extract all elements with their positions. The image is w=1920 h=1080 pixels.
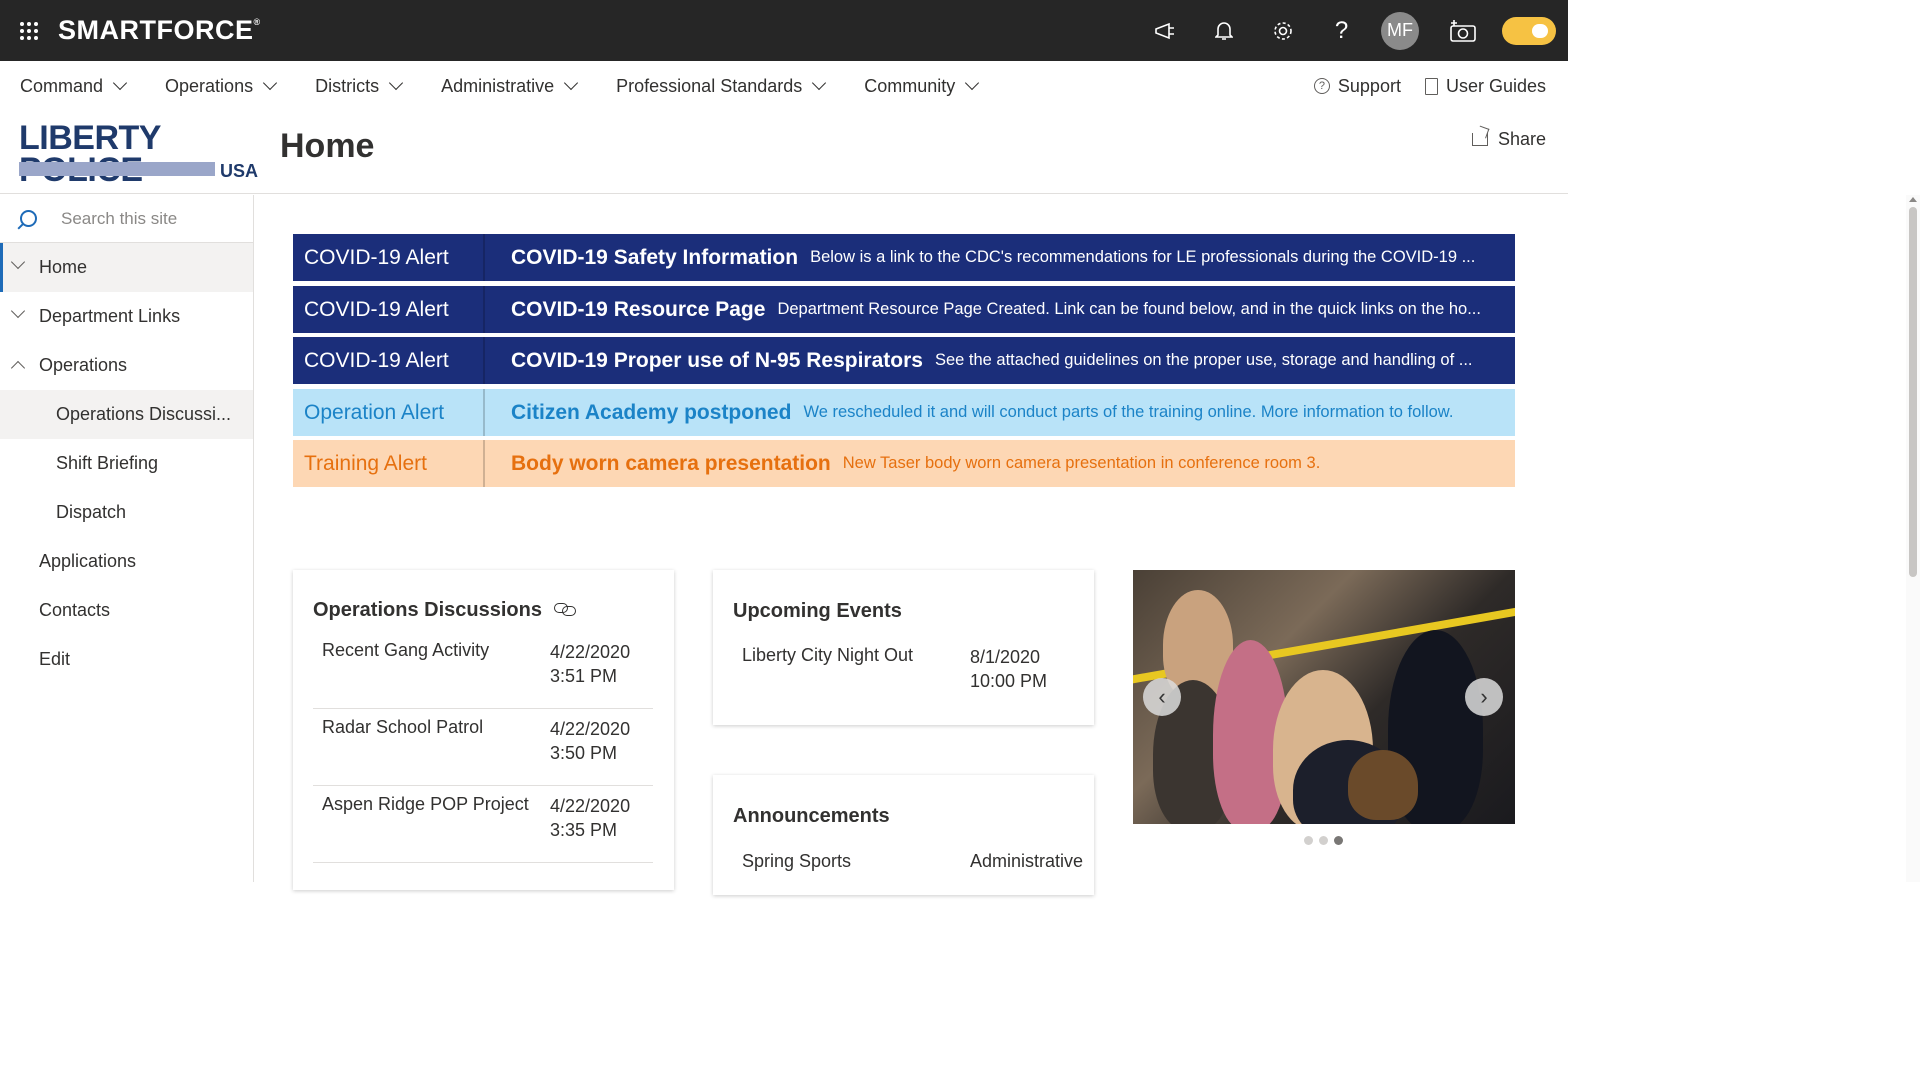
nav-item-contacts[interactable]: Contacts	[0, 586, 253, 635]
nav-item-applications[interactable]: Applications	[0, 537, 253, 586]
alert-description: See the attached guidelines on the prope…	[934, 351, 1473, 369]
event-title[interactable]: Liberty City Night Out	[742, 645, 913, 666]
list-item[interactable]: Aspen Ridge POP Project 4/22/2020 3:35 PM	[313, 786, 653, 863]
alert-banner[interactable]: COVID-19 Alert COVID-19 Safety Informati…	[293, 234, 1515, 281]
site-logo[interactable]: LIBERTY POLICE USA	[19, 121, 258, 187]
book-icon	[1424, 77, 1438, 95]
alert-title: COVID-19 Resource Page	[511, 297, 766, 321]
image-carousel: ‹ ›	[1133, 570, 1515, 824]
alert-banner[interactable]: Training Alert Body worn camera presenta…	[293, 440, 1515, 487]
megaphone-icon[interactable]	[1135, 0, 1194, 61]
announcements-card: Announcements Spring Sports Administrati…	[713, 775, 1094, 895]
suite-bar: SMARTFORCE® ? MF	[0, 0, 1568, 61]
chevron-right-icon: ›	[1480, 684, 1488, 709]
nav-professional-standards[interactable]: Professional Standards	[616, 61, 827, 111]
scroll-up-icon[interactable]	[1909, 197, 1917, 202]
search-input[interactable]: Search this site	[61, 209, 177, 229]
carousel-prev-button[interactable]: ‹	[1143, 678, 1181, 716]
nav-command[interactable]: Command	[20, 61, 128, 111]
app-launcher-button[interactable]	[0, 0, 58, 61]
help-icon[interactable]: ?	[1312, 0, 1371, 61]
nav-community[interactable]: Community	[864, 61, 980, 111]
alert-type: COVID-19 Alert	[293, 337, 485, 384]
alert-type: COVID-19 Alert	[293, 234, 485, 281]
carousel-dot-active[interactable]	[1334, 836, 1343, 845]
carousel-dot[interactable]	[1319, 836, 1328, 845]
share-button[interactable]: Share	[1471, 129, 1546, 150]
alert-description: We rescheduled it and will conduct parts…	[803, 403, 1454, 421]
nav-item-operations[interactable]: Operations	[0, 341, 253, 390]
alert-title: Citizen Academy postponed	[511, 400, 792, 424]
upcoming-events-card: Upcoming Events Liberty City Night Out 8…	[713, 570, 1094, 725]
chevron-down-icon	[812, 75, 827, 91]
carousel-next-button[interactable]: ›	[1465, 678, 1503, 716]
carousel-dot[interactable]	[1304, 836, 1313, 845]
camera-icon[interactable]	[1433, 0, 1492, 61]
question-circle-icon: ?	[1313, 78, 1330, 94]
chevron-down-icon[interactable]	[10, 303, 26, 319]
chevron-down-icon	[389, 75, 404, 91]
alert-title: Body worn camera presentation	[511, 451, 831, 475]
scrollbar[interactable]	[1906, 195, 1920, 882]
alert-banner[interactable]: COVID-19 Alert COVID-19 Resource Page De…	[293, 286, 1515, 333]
nav-operations[interactable]: Operations	[165, 61, 278, 111]
avatar[interactable]: MF	[1381, 11, 1419, 50]
alert-banner[interactable]: COVID-19 Alert COVID-19 Proper use of N-…	[293, 337, 1515, 384]
operations-discussions-card: Operations Discussions Recent Gang Activ…	[293, 570, 674, 890]
alert-title: COVID-19 Proper use of N-95 Respirators	[511, 348, 923, 372]
share-icon	[1471, 133, 1488, 146]
alert-description: New Taser body worn camera presentation …	[842, 454, 1321, 472]
chevron-left-icon: ‹	[1158, 684, 1166, 709]
carousel-indicators	[1304, 836, 1343, 845]
list-item[interactable]: Radar School Patrol 4/22/2020 3:50 PM	[313, 709, 653, 786]
card-title: Announcements	[733, 805, 890, 827]
alert-banner[interactable]: Operation Alert Citizen Academy postpone…	[293, 389, 1515, 436]
support-link[interactable]: ? Support	[1313, 76, 1401, 97]
alert-description: Department Resource Page Created. Link c…	[777, 300, 1481, 318]
left-navigation: Search this site Home Department Links O…	[0, 195, 254, 882]
chevron-down-icon	[263, 75, 278, 91]
alert-type: COVID-19 Alert	[293, 286, 485, 333]
alert-type: Training Alert	[293, 440, 485, 487]
list-item[interactable]: Recent Gang Activity 4/22/2020 3:51 PM	[313, 632, 653, 709]
search-icon	[20, 210, 37, 227]
event-datetime: 8/1/2020 10:00 PM	[970, 647, 1048, 691]
nav-districts[interactable]: Districts	[315, 61, 404, 111]
user-guides-link[interactable]: User Guides	[1424, 76, 1546, 97]
card-title[interactable]: Operations Discussions	[313, 599, 576, 622]
link-icon[interactable]	[553, 602, 576, 616]
chevron-down-icon	[965, 75, 980, 91]
nav-item-edit[interactable]: Edit	[0, 635, 253, 684]
chevron-down-icon[interactable]	[10, 254, 26, 270]
chevron-down-icon	[112, 75, 128, 91]
bell-icon[interactable]	[1194, 0, 1253, 61]
hub-navigation: Command Operations Districts Administrat…	[0, 61, 1568, 111]
card-title: Upcoming Events	[733, 600, 902, 622]
chevron-down-icon	[564, 75, 579, 91]
nav-item-department-links[interactable]: Department Links	[0, 292, 253, 341]
waffle-icon	[20, 21, 38, 40]
page-title: Home	[280, 127, 375, 165]
announcement-title[interactable]: Spring Sports	[742, 851, 851, 872]
gear-icon[interactable]	[1253, 0, 1312, 61]
nav-item-home[interactable]: Home	[0, 243, 253, 292]
alert-type: Operation Alert	[293, 389, 485, 436]
announcement-category: Administrative	[970, 851, 1084, 871]
alert-title: COVID-19 Safety Information	[511, 245, 799, 269]
nav-item-operations-discussions[interactable]: Operations Discussi...	[0, 390, 253, 439]
theme-toggle[interactable]	[1502, 16, 1556, 45]
nav-item-dispatch[interactable]: Dispatch	[0, 488, 253, 537]
search-box[interactable]: Search this site	[0, 195, 253, 243]
nav-administrative[interactable]: Administrative	[441, 61, 579, 111]
scroll-thumb[interactable]	[1909, 207, 1917, 577]
nav-item-shift-briefing[interactable]: Shift Briefing	[0, 439, 253, 488]
site-header: LIBERTY POLICE USA Home Share	[0, 111, 1568, 194]
chevron-up-icon[interactable]	[10, 360, 26, 376]
brand-name[interactable]: SMARTFORCE®	[58, 15, 261, 46]
alert-description: Below is a link to the CDC's recommendat…	[810, 248, 1476, 266]
